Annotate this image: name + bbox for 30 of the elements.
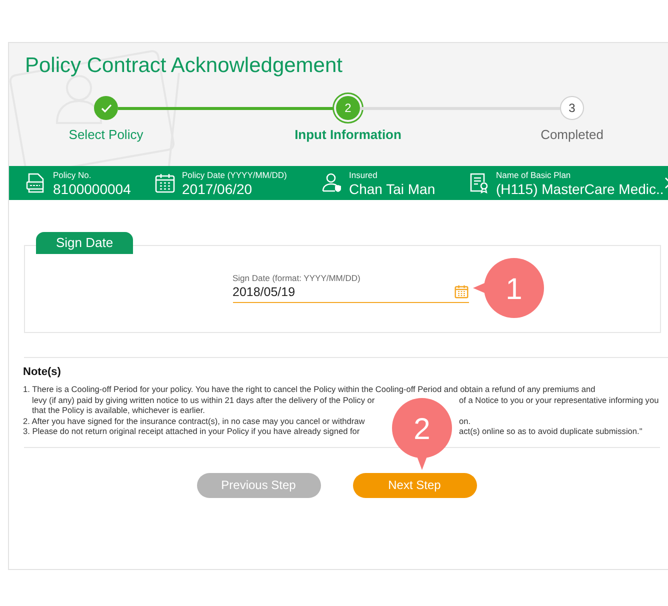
notes-heading: Note(s) (23, 366, 62, 378)
note-text: that the Policy is available, whichever is earlier. (32, 405, 206, 416)
info-value: (H115) MasterCare Medic.. (496, 180, 664, 196)
note-text: on. (459, 416, 472, 426)
info-label: Policy No. (53, 170, 92, 180)
note-text: of a Notice to you or your representative informing you (459, 394, 660, 405)
note-text: 3. Please do not return original receipt attached in your Policy if you have already signed for (23, 426, 361, 436)
info-label: Insured (349, 170, 378, 180)
step-button[interactable]: Next Step (352, 472, 476, 498)
check-icon (100, 104, 112, 112)
calendar-icon[interactable] (454, 284, 468, 299)
info-label: Name of Basic Plan (496, 170, 572, 180)
info-value: 2017/06/20 (182, 180, 254, 196)
note-text: levy (if any) paid by giving written notice to us within 21 days after the delivery of the Policy or (32, 394, 376, 405)
step-label: Select Policy (68, 127, 144, 142)
note-text: act(s) online so as to avoid duplicate submission." (459, 426, 644, 436)
note-text: 2. After you have signed for the insurance contract(s), in no case may you cancel or withdraw (23, 416, 366, 426)
step-label: Input Information (294, 127, 402, 142)
sign-date-field[interactable]: Sign Date (format: YYYY/MM/DD) 2018/05/19 (232, 272, 468, 303)
info-value: Chan Tai Man (349, 180, 436, 196)
certificate-icon (468, 172, 490, 194)
step-marker: 2 (336, 96, 360, 120)
step-marker: 3 (560, 96, 584, 120)
info-value: 8100000004 (53, 180, 131, 196)
calendar-icon (154, 172, 176, 194)
step-label: Completed (540, 127, 604, 142)
info-label: Policy Date (YYYY/MM/DD) (182, 170, 287, 180)
note-text: 1. There is a Cooling-off Period for your policy. You have the right to cancel the Policy within the Cooling-off Period and obtain a refund of any premiums and (23, 384, 596, 394)
page-title: Policy Contract Acknowledgement (25, 53, 344, 79)
person-icon (321, 172, 343, 194)
